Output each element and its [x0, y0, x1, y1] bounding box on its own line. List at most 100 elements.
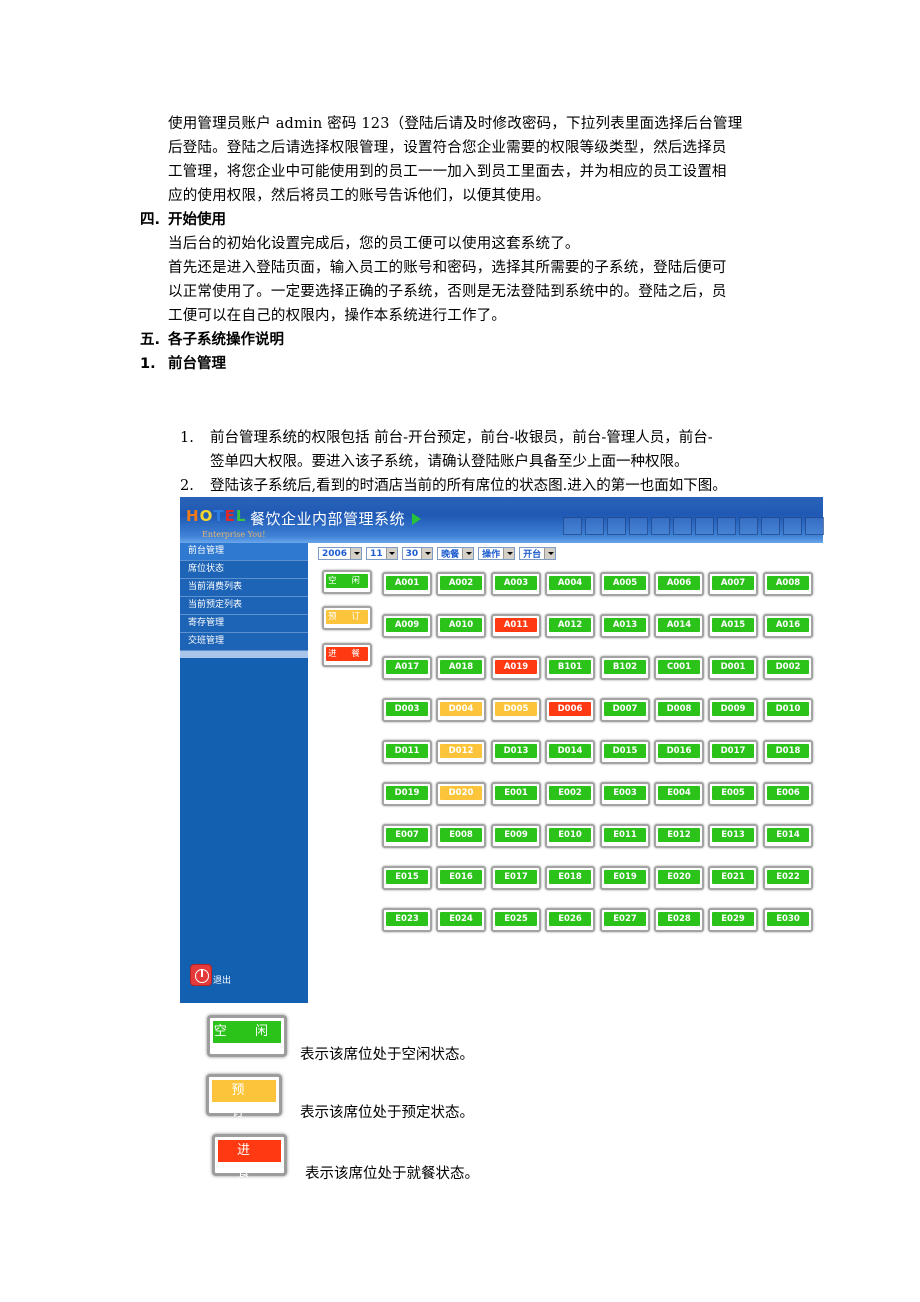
- table-button-d016[interactable]: D016: [654, 740, 704, 764]
- legend-dining-button[interactable]: 进 餐: [322, 643, 372, 667]
- button-label: D012: [440, 744, 482, 758]
- table-button-e007[interactable]: E007: [382, 824, 432, 848]
- legend-explanation-text: 表示该席位处于预定状态。: [300, 1105, 474, 1121]
- table-button-e012[interactable]: E012: [654, 824, 704, 848]
- table-button-a013[interactable]: A013: [600, 614, 650, 638]
- table-button-e023[interactable]: E023: [382, 908, 432, 932]
- table-button-e010[interactable]: E010: [545, 824, 595, 848]
- table-button-d004[interactable]: D004: [436, 698, 486, 722]
- table-button-e027[interactable]: E027: [600, 908, 650, 932]
- table-button-a014[interactable]: A014: [654, 614, 704, 638]
- table-button-e018[interactable]: E018: [545, 866, 595, 890]
- table-button-a010[interactable]: A010: [436, 614, 486, 638]
- table-button-a005[interactable]: A005: [600, 572, 650, 596]
- table-button-a015[interactable]: A015: [708, 614, 758, 638]
- table-button-e004[interactable]: E004: [654, 782, 704, 806]
- list-item: 1. 前台管理系统的权限包括 前台-开台预定，前台-收银员，前台-管理人员，前台…: [180, 426, 790, 474]
- table-button-e014[interactable]: E014: [763, 824, 813, 848]
- button-label: A009: [386, 618, 428, 632]
- table-button-e015[interactable]: E015: [382, 866, 432, 890]
- sidebar-item-seat-status[interactable]: 席位状态: [180, 561, 308, 579]
- table-button-d018[interactable]: D018: [763, 740, 813, 764]
- table-button-a017[interactable]: A017: [382, 656, 432, 680]
- table-button-e017[interactable]: E017: [491, 866, 541, 890]
- table-button-b102[interactable]: B102: [600, 656, 650, 680]
- table-button-e022[interactable]: E022: [763, 866, 813, 890]
- sidebar-item-reservation-list[interactable]: 当前预定列表: [180, 597, 308, 615]
- table-button-a009[interactable]: A009: [382, 614, 432, 638]
- table-button-a003[interactable]: A003: [491, 572, 541, 596]
- day-select[interactable]: 30: [401, 547, 434, 560]
- table-button-e020[interactable]: E020: [654, 866, 704, 890]
- table-button-d013[interactable]: D013: [491, 740, 541, 764]
- button-label: E012: [658, 828, 700, 842]
- table-button-e026[interactable]: E026: [545, 908, 595, 932]
- table-button-a007[interactable]: A007: [708, 572, 758, 596]
- month-select[interactable]: 11: [366, 547, 398, 560]
- table-button-d005[interactable]: D005: [491, 698, 541, 722]
- button-label: D009: [712, 702, 754, 716]
- table-button-e028[interactable]: E028: [654, 908, 704, 932]
- table-button-e016[interactable]: E016: [436, 866, 486, 890]
- table-button-e013[interactable]: E013: [708, 824, 758, 848]
- table-button-e003[interactable]: E003: [600, 782, 650, 806]
- table-button-a002[interactable]: A002: [436, 572, 486, 596]
- table-button-e021[interactable]: E021: [708, 866, 758, 890]
- year-select[interactable]: 2006: [318, 547, 363, 560]
- table-button-e025[interactable]: E025: [491, 908, 541, 932]
- meal-select[interactable]: 晚餐: [437, 547, 475, 560]
- table-button-d014[interactable]: D014: [545, 740, 595, 764]
- section-4-paragraph: 当后台的初始化设置完成后，您的员工便可以使用这套系统了。 首先还是进入登陆页面，…: [168, 232, 783, 328]
- table-button-d009[interactable]: D009: [708, 698, 758, 722]
- table-button-d007[interactable]: D007: [600, 698, 650, 722]
- logo-letter: T: [213, 507, 225, 525]
- table-button-e001[interactable]: E001: [491, 782, 541, 806]
- mode-select[interactable]: 开台: [519, 547, 557, 560]
- table-button-e008[interactable]: E008: [436, 824, 486, 848]
- table-button-d003[interactable]: D003: [382, 698, 432, 722]
- table-button-d010[interactable]: D010: [763, 698, 813, 722]
- table-button-e030[interactable]: E030: [763, 908, 813, 932]
- table-button-b101[interactable]: B101: [545, 656, 595, 680]
- table-button-d008[interactable]: D008: [654, 698, 704, 722]
- sidebar-item-shift-handover[interactable]: 交班管理: [180, 633, 308, 651]
- legend-free-button[interactable]: 空 闲: [322, 570, 372, 594]
- header-box-decoration: [673, 517, 692, 535]
- sidebar-item-storage[interactable]: 寄存管理: [180, 615, 308, 633]
- table-button-d002[interactable]: D002: [763, 656, 813, 680]
- table-button-d011[interactable]: D011: [382, 740, 432, 764]
- table-button-e006[interactable]: E006: [763, 782, 813, 806]
- table-button-d019[interactable]: D019: [382, 782, 432, 806]
- logout-button[interactable]: 退出: [190, 964, 231, 986]
- table-button-a012[interactable]: A012: [545, 614, 595, 638]
- table-button-a008[interactable]: A008: [763, 572, 813, 596]
- table-button-a004[interactable]: A004: [545, 572, 595, 596]
- action-select[interactable]: 操作: [478, 547, 516, 560]
- button-label: D015: [604, 744, 646, 758]
- table-button-a006[interactable]: A006: [654, 572, 704, 596]
- sidebar-item-front-desk[interactable]: 前台管理: [180, 543, 308, 561]
- table-button-e005[interactable]: E005: [708, 782, 758, 806]
- table-button-e029[interactable]: E029: [708, 908, 758, 932]
- table-button-d012[interactable]: D012: [436, 740, 486, 764]
- table-button-e002[interactable]: E002: [545, 782, 595, 806]
- table-button-a011[interactable]: A011: [491, 614, 541, 638]
- header-box-decoration: [585, 517, 604, 535]
- table-button-d020[interactable]: D020: [436, 782, 486, 806]
- table-button-a019[interactable]: A019: [491, 656, 541, 680]
- table-button-d017[interactable]: D017: [708, 740, 758, 764]
- table-button-e024[interactable]: E024: [436, 908, 486, 932]
- table-button-a018[interactable]: A018: [436, 656, 486, 680]
- table-button-e011[interactable]: E011: [600, 824, 650, 848]
- table-button-a016[interactable]: A016: [763, 614, 813, 638]
- sidebar-item-consumption-list[interactable]: 当前消费列表: [180, 579, 308, 597]
- table-button-e019[interactable]: E019: [600, 866, 650, 890]
- table-button-d015[interactable]: D015: [600, 740, 650, 764]
- table-button-d006[interactable]: D006: [545, 698, 595, 722]
- table-button-a001[interactable]: A001: [382, 572, 432, 596]
- table-button-c001[interactable]: C001: [654, 656, 704, 680]
- table-button-e009[interactable]: E009: [491, 824, 541, 848]
- table-button-d001[interactable]: D001: [708, 656, 758, 680]
- legend-reserved-button[interactable]: 预 订: [322, 606, 372, 630]
- button-label: A010: [440, 618, 482, 632]
